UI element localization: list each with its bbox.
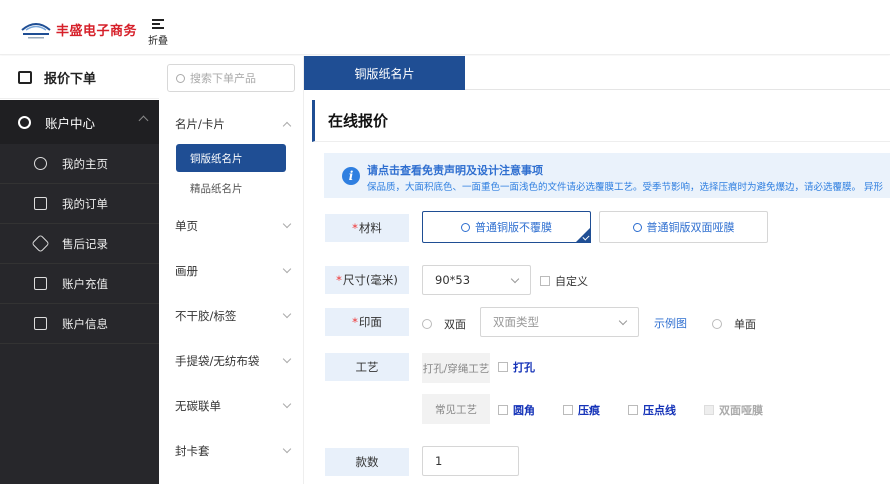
- material-option-matte[interactable]: 普通铜版双面哑膜: [599, 211, 768, 243]
- material-option-uncoated[interactable]: 普通铜版不覆膜: [422, 211, 591, 243]
- logo-icon: [21, 23, 51, 39]
- category-label: 画册: [175, 264, 198, 278]
- notice-text: 保品质，大面积底色、一面重色一面浅色的文件请必选覆膜工艺。受季节影响，选择压痕时…: [367, 182, 884, 193]
- nav-item-account-info[interactable]: 账户信息: [0, 304, 159, 344]
- print-side-label: * 印面: [325, 308, 409, 336]
- perforation-checkbox[interactable]: 压点线: [628, 402, 676, 418]
- check-corner-icon: [575, 227, 591, 243]
- chevron-down-icon: [282, 219, 292, 229]
- size-label: * 尺寸(毫米): [325, 266, 409, 294]
- material-label: * 材料: [325, 214, 409, 242]
- wallet-icon: [34, 277, 47, 290]
- nav-item-recharge[interactable]: 账户充值: [0, 264, 159, 304]
- info-circle-icon: [461, 222, 470, 232]
- search-icon: [176, 73, 185, 83]
- brand-name: 丰盛电子商务: [56, 24, 138, 39]
- nav-account-center[interactable]: 账户中心: [0, 100, 159, 144]
- nav-account-label: 账户中心: [45, 115, 96, 131]
- info-circle-icon: [632, 222, 642, 232]
- nav-item-label: 我的主页: [62, 156, 108, 171]
- nav-quote-order[interactable]: 报价下单: [0, 56, 159, 99]
- category-label: 封卡套: [175, 444, 210, 458]
- category-panel: 搜索下单产品 名片/卡片 铜版纸名片 精品纸名片 单页 画册 不干胶/标签 手提…: [159, 56, 304, 484]
- nav-item-label: 售后记录: [62, 236, 108, 251]
- chevron-down-icon: [282, 444, 292, 454]
- menu-fold-icon: [152, 19, 164, 29]
- category-label: 不干胶/标签: [175, 309, 237, 323]
- category-label: 名片/卡片: [175, 117, 225, 131]
- user-icon: [34, 157, 47, 170]
- crease-checkbox[interactable]: 压痕: [563, 402, 600, 418]
- single-side-radio[interactable]: 单面: [712, 316, 756, 332]
- chevron-down-icon: [510, 274, 520, 284]
- nav-item-orders[interactable]: 我的订单: [0, 184, 159, 224]
- category-cards[interactable]: 名片/卡片: [159, 116, 304, 132]
- chevron-down-icon: [618, 316, 628, 326]
- search-placeholder: 搜索下单产品: [190, 72, 256, 85]
- nav-quote-label: 报价下单: [44, 71, 97, 87]
- category-brochure[interactable]: 画册: [159, 263, 304, 279]
- category-sticker[interactable]: 不干胶/标签: [159, 308, 304, 324]
- tab-bar: 铜版纸名片: [304, 56, 890, 90]
- nav-item-home[interactable]: 我的主页: [0, 144, 159, 184]
- quote-form: 在线报价 i 请点击查看免责声明及设计注意事项 保品质，大面积底色、一面重色一面…: [312, 100, 890, 484]
- nav-item-label: 账户信息: [62, 316, 108, 331]
- double-type-select[interactable]: 双面类型: [480, 307, 639, 337]
- category-bag[interactable]: 手提袋/无纺布袋: [159, 353, 304, 369]
- quantity-label: 款数: [325, 448, 409, 476]
- account-menu: 账户中心 我的主页 我的订单 售后记录 账户充值 账户信息: [0, 100, 159, 484]
- punch-checkbox[interactable]: 打孔: [498, 359, 535, 375]
- calendar-icon: [18, 70, 32, 84]
- top-bar: 丰盛电子商务 折叠: [0, 0, 890, 55]
- search-input[interactable]: 搜索下单产品: [167, 64, 295, 92]
- size-select[interactable]: 90*53: [422, 265, 531, 295]
- subcategory-premium-card[interactable]: 精品纸名片: [190, 181, 243, 196]
- chevron-down-icon: [282, 264, 292, 274]
- chevron-down-icon: [282, 309, 292, 319]
- chevron-down-icon: [282, 399, 292, 409]
- craft-label: 工艺: [325, 353, 409, 381]
- profile-card-icon: [34, 317, 47, 330]
- craft-group-common: 常见工艺: [422, 394, 490, 424]
- category-flyer[interactable]: 单页: [159, 218, 304, 234]
- chevron-down-icon: [282, 354, 292, 364]
- page-title: 在线报价: [312, 100, 890, 142]
- chevron-up-icon: [138, 115, 149, 126]
- notice-banner[interactable]: i 请点击查看免责声明及设计注意事项 保品质，大面积底色、一面重色一面浅色的文件…: [324, 153, 890, 198]
- craft-group-punch: 打孔/穿绳工艺: [422, 353, 490, 383]
- info-icon: i: [342, 167, 360, 185]
- fold-label: 折叠: [148, 36, 168, 47]
- category-carbonless[interactable]: 无碳联单: [159, 398, 304, 414]
- category-label: 无碳联单: [175, 399, 221, 413]
- double-side-radio[interactable]: 双面: [422, 316, 466, 332]
- nav-item-aftersales[interactable]: 售后记录: [0, 224, 159, 264]
- double-matte-checkbox[interactable]: 双面哑膜: [704, 402, 763, 418]
- fold-button[interactable]: 折叠: [146, 19, 170, 47]
- account-icon: [18, 115, 31, 129]
- tab-coated-card[interactable]: 铜版纸名片: [304, 56, 465, 90]
- quantity-input[interactable]: 1: [422, 446, 519, 476]
- subcategory-coated-card[interactable]: 铜版纸名片: [176, 144, 286, 172]
- custom-size-checkbox[interactable]: 自定义: [540, 273, 588, 289]
- nav-item-label: 账户充值: [62, 276, 108, 291]
- example-link[interactable]: 示例图: [654, 315, 687, 331]
- notice-title[interactable]: 请点击查看免责声明及设计注意事项: [367, 162, 543, 178]
- round-corner-checkbox[interactable]: 圆角: [498, 402, 535, 418]
- left-nav: 报价下单 账户中心 我的主页 我的订单 售后记录 账户充值 账户信息: [0, 56, 159, 484]
- category-card-sleeve[interactable]: 封卡套: [159, 443, 304, 459]
- category-label: 手提袋/无纺布袋: [175, 354, 260, 368]
- clipboard-icon: [34, 197, 47, 210]
- nav-item-label: 我的订单: [62, 196, 108, 211]
- tag-icon: [31, 234, 50, 253]
- chevron-up-icon: [282, 121, 292, 131]
- category-label: 单页: [175, 219, 198, 233]
